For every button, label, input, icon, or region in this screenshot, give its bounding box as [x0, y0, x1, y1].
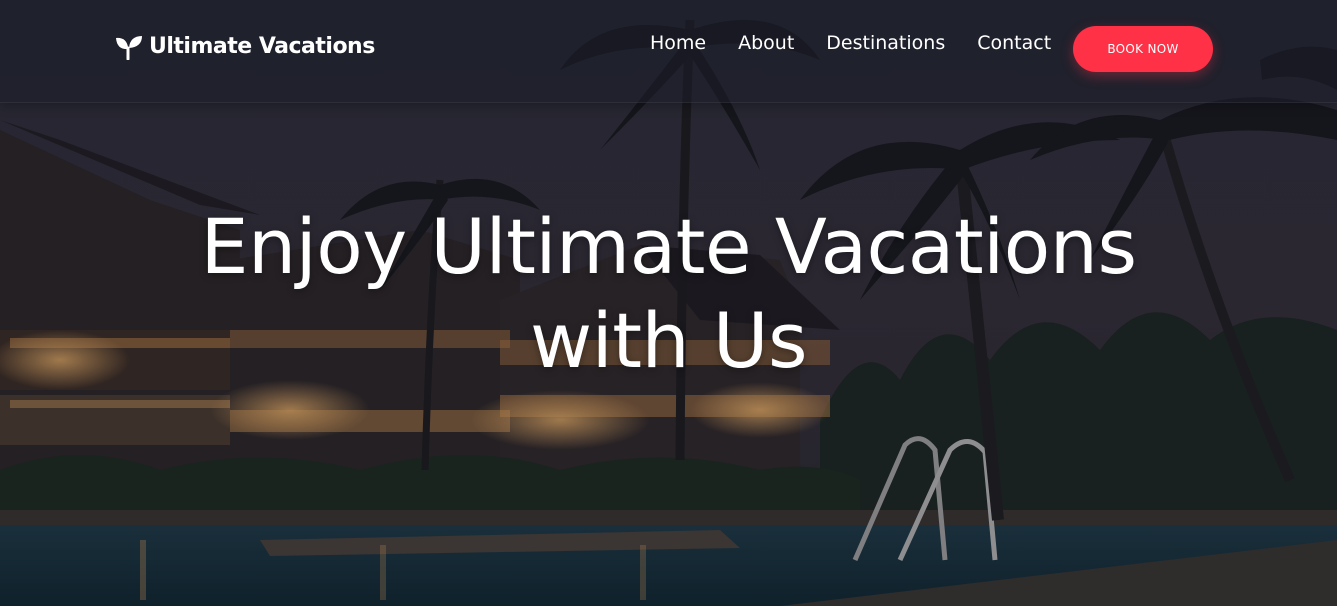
nav-link-about[interactable]: About — [738, 30, 794, 56]
brand-logo-link[interactable]: Ultimate Vacations — [115, 33, 375, 61]
hero-title: Enjoy Ultimate Vacations with Us — [0, 200, 1337, 388]
hero-title-line-2: with Us — [529, 296, 808, 385]
top-navbar: Ultimate Vacations Home About Destinatio… — [0, 0, 1337, 103]
sprout-icon — [116, 36, 142, 60]
hero-title-line-1: Enjoy Ultimate Vacations — [200, 202, 1137, 291]
main-nav: Home About Destinations Contact — [650, 30, 1083, 56]
brand-name: Ultimate Vacations — [149, 34, 375, 59]
hero-section: Ultimate Vacations Home About Destinatio… — [0, 0, 1337, 606]
nav-link-contact[interactable]: Contact — [977, 30, 1051, 56]
book-now-button[interactable]: BOOK NOW — [1073, 26, 1213, 72]
nav-link-home[interactable]: Home — [650, 30, 706, 56]
nav-link-destinations[interactable]: Destinations — [826, 30, 945, 56]
